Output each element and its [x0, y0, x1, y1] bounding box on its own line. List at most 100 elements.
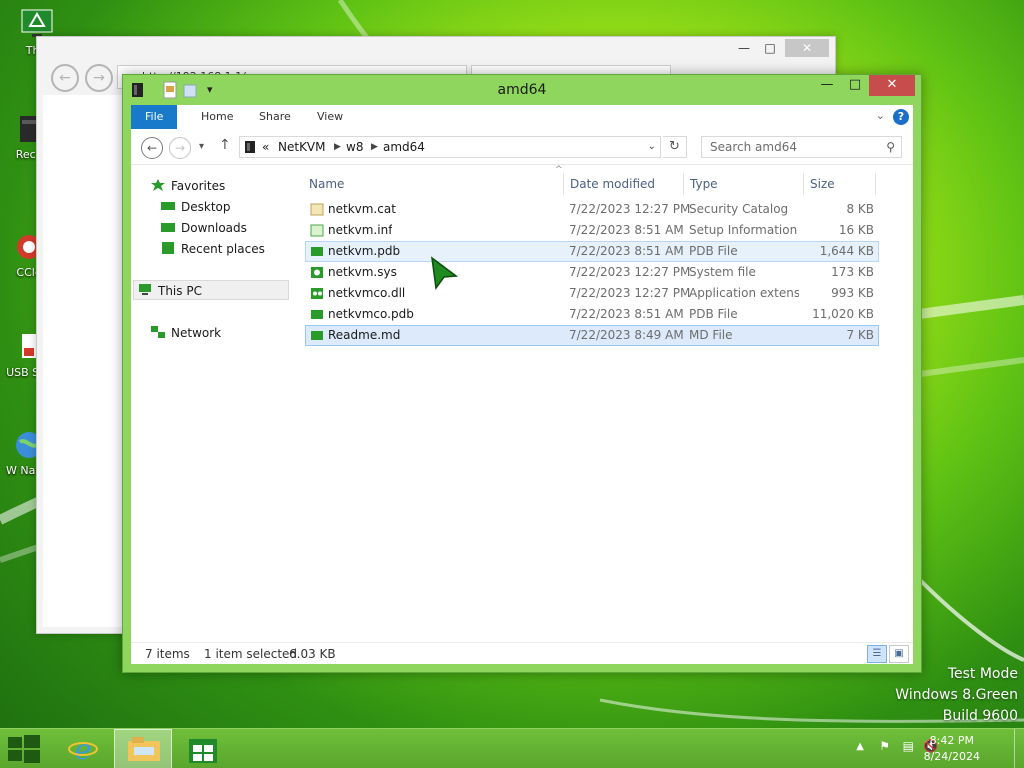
tab-home[interactable]: Home — [187, 105, 247, 129]
status-selection: 1 item selected — [204, 647, 298, 661]
show-desktop-button[interactable] — [1014, 729, 1024, 768]
file-size: 1,644 KB — [819, 244, 874, 258]
refresh-button[interactable]: ↻ — [663, 136, 687, 158]
close-button[interactable]: ✕ — [869, 75, 915, 96]
file-row[interactable]: netkvm.pdb 7/22/2023 8:51 AM PDB File 1,… — [305, 241, 879, 262]
file-type: Security Catalog — [689, 202, 789, 216]
breadcrumb-arrow-icon[interactable]: ▶ — [371, 137, 378, 157]
catalog-file-icon — [310, 203, 324, 216]
folder-icon — [128, 737, 160, 761]
nav-network-label: Network — [171, 326, 222, 340]
ribbon-tabs: File Home Share View ⌄ ? — [131, 105, 913, 129]
file-size: 7 KB — [846, 328, 874, 342]
file-date: 7/22/2023 12:27 PM — [569, 265, 691, 279]
nav-this-pc[interactable]: This PC — [133, 280, 289, 300]
file-date: 7/22/2023 8:51 AM — [569, 244, 684, 258]
recent-places-icon — [162, 242, 174, 254]
large-icons-view-icon[interactable]: ▣ — [889, 645, 909, 663]
breadcrumb-amd64[interactable]: amd64 — [383, 137, 425, 157]
sort-ascending-icon: ^ — [555, 165, 563, 175]
mouse-cursor-icon — [431, 256, 458, 290]
browser-forward-button[interactable]: → — [85, 64, 113, 92]
nav-desktop[interactable]: Desktop — [161, 197, 231, 217]
address-dropdown-icon[interactable]: ⌄ — [648, 137, 656, 157]
file-date: 7/22/2023 8:49 AM — [569, 328, 684, 342]
file-type: Setup Information — [689, 223, 798, 237]
maximize-button[interactable]: □ — [841, 75, 869, 96]
column-divider[interactable] — [875, 173, 876, 195]
column-divider[interactable] — [803, 173, 804, 195]
file-name: netkvm.sys — [328, 265, 397, 279]
file-size: 8 KB — [846, 202, 874, 216]
search-icon[interactable]: ⚲ — [886, 137, 895, 157]
watermark-line: Windows 8.Green — [895, 687, 1018, 703]
windows-logo-icon — [8, 735, 40, 763]
tab-view[interactable]: View — [303, 105, 357, 129]
file-row[interactable]: netkvm.cat 7/22/2023 12:27 PM Security C… — [305, 199, 879, 220]
nav-downloads[interactable]: Downloads — [161, 218, 247, 238]
svg-text:e: e — [75, 735, 92, 763]
nav-favorites[interactable]: Favorites — [151, 176, 225, 196]
file-row[interactable]: netkvmco.dll 7/22/2023 12:27 PM Applicat… — [305, 283, 879, 304]
search-input[interactable]: Search amd64 ⚲ — [701, 136, 902, 158]
md-file-icon — [311, 331, 323, 340]
show-hidden-icons-icon[interactable]: ▲ — [856, 741, 864, 768]
browser-back-button[interactable]: ← — [51, 64, 79, 92]
taskbar-store[interactable] — [174, 729, 232, 768]
browser-close-button[interactable]: ✕ — [785, 39, 829, 57]
status-item-count: 7 items — [145, 647, 190, 661]
column-header-name[interactable]: Name — [309, 171, 344, 197]
computer-icon — [139, 284, 151, 295]
recent-locations-chevron-icon[interactable]: ▾ — [199, 141, 204, 152]
desktop-icon — [161, 202, 175, 210]
up-button[interactable]: ↑ — [219, 137, 231, 153]
nav-downloads-label: Downloads — [181, 221, 247, 235]
nav-desktop-label: Desktop — [181, 200, 231, 214]
navigation-bar: ← → ▾ ↑ « NetKVM ▶ w8 ▶ amd64 ⌄ ↻ Search… — [131, 129, 913, 165]
file-name: Readme.md — [328, 328, 401, 342]
downloads-icon — [161, 223, 175, 232]
column-divider[interactable] — [563, 173, 564, 195]
start-button[interactable] — [0, 729, 52, 768]
help-icon[interactable]: ? — [893, 109, 909, 125]
nav-recent-label: Recent places — [181, 242, 265, 256]
file-name: netkvmco.pdb — [328, 307, 414, 321]
clock-date: 8/24/2024 — [923, 750, 980, 763]
file-date: 7/22/2023 8:51 AM — [569, 223, 684, 237]
minimize-button[interactable]: — — [813, 75, 841, 96]
action-center-flag-icon[interactable]: ⚑ — [879, 739, 890, 768]
explorer-titlebar[interactable]: ▾ amd64 — □ ✕ — [123, 75, 921, 105]
breadcrumb-w8[interactable]: w8 — [346, 137, 363, 157]
file-row[interactable]: netkvm.inf 7/22/2023 8:51 AM Setup Infor… — [305, 220, 879, 241]
file-explorer-window[interactable]: ▾ amd64 — □ ✕ File Home Share View ⌄ ? ←… — [122, 74, 922, 673]
column-header-type[interactable]: Type — [690, 171, 718, 197]
column-header-date[interactable]: Date modified — [570, 171, 655, 197]
file-row[interactable]: netkvmco.pdb 7/22/2023 8:51 AM PDB File … — [305, 304, 879, 325]
network-status-icon[interactable]: ▤ — [903, 739, 914, 768]
taskbar-file-explorer[interactable] — [114, 729, 172, 768]
nav-recent-places[interactable]: Recent places — [161, 239, 265, 259]
ribbon-expand-chevron-icon[interactable]: ⌄ — [876, 109, 885, 122]
internet-explorer-icon: e — [68, 735, 98, 763]
column-divider[interactable] — [683, 173, 684, 195]
tab-share[interactable]: Share — [245, 105, 305, 129]
tab-file[interactable]: File — [131, 105, 178, 129]
breadcrumb-arrow-icon[interactable]: ▶ — [334, 137, 341, 157]
content-area: Favorites Desktop Downloads Recent place… — [131, 165, 913, 642]
breadcrumb-overflow[interactable]: « — [262, 137, 269, 157]
details-view-icon[interactable]: ☰ — [867, 645, 887, 663]
nav-network[interactable]: Network — [151, 323, 221, 343]
file-date: 7/22/2023 12:27 PM — [569, 202, 691, 216]
file-type: PDB File — [689, 244, 738, 258]
file-row[interactable]: netkvm.sys 7/22/2023 12:27 PM System fil… — [305, 262, 879, 283]
system-clock[interactable]: 8:42 PM 8/24/2024 — [924, 733, 980, 765]
browser-minimize-button[interactable]: — — [731, 39, 757, 57]
forward-button[interactable]: → — [169, 137, 191, 159]
breadcrumb[interactable]: « NetKVM ▶ w8 ▶ amd64 ⌄ — [239, 136, 661, 158]
back-button[interactable]: ← — [141, 137, 163, 159]
column-header-size[interactable]: Size — [810, 171, 835, 197]
taskbar-internet-explorer[interactable]: e — [54, 729, 112, 768]
file-row-selected[interactable]: Readme.md 7/22/2023 8:49 AM MD File 7 KB — [305, 325, 879, 346]
browser-maximize-button[interactable]: □ — [757, 39, 783, 57]
breadcrumb-netkvm[interactable]: NetKVM — [278, 137, 326, 157]
